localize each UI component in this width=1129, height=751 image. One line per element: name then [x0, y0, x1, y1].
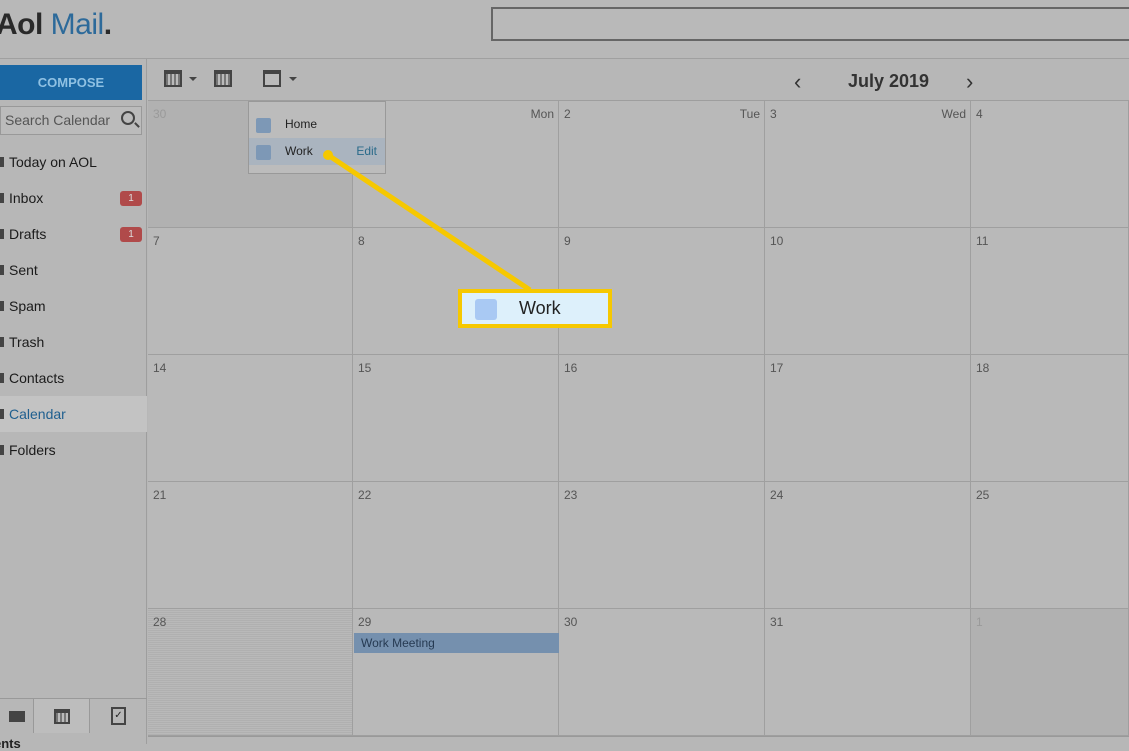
callout-work: Work: [458, 289, 612, 328]
callout-line: [323, 150, 532, 293]
color-swatch: [475, 299, 497, 320]
